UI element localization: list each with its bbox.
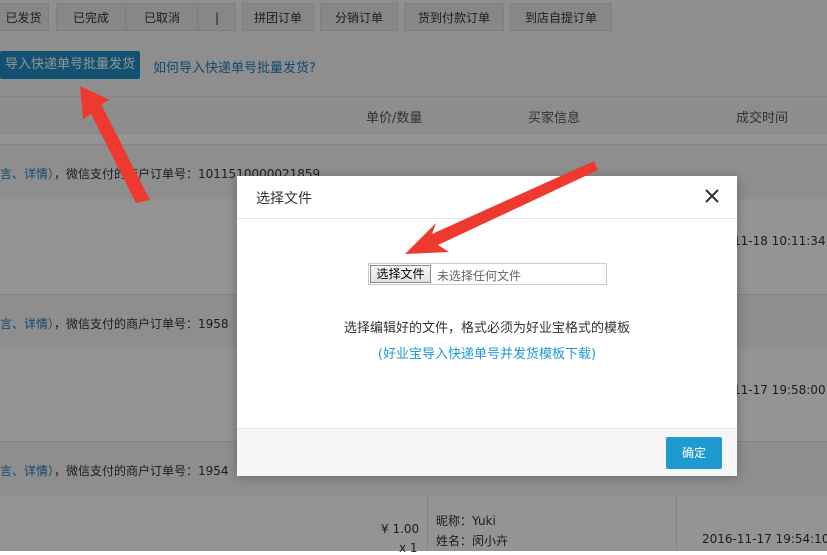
file-status-text: 未选择任何文件 [437,269,522,283]
close-icon[interactable] [703,187,721,205]
format-hint: 选择编辑好的文件，格式必须为好业宝格式的模板 [343,321,630,336]
template-download-link[interactable]: (好业宝导入快递单号并发货模板下载) [237,343,737,362]
confirm-button[interactable]: 确定 [666,437,722,469]
dialog-header: 选择文件 [237,176,737,219]
select-file-dialog: 选择文件 选择文件 未选择任何文件 选择编辑好的文件，格式必须为好业宝格式的模板… [237,176,737,476]
dialog-footer: 确定 [237,428,737,476]
file-input[interactable]: 选择文件 未选择任何文件 [368,263,607,285]
dialog-title: 选择文件 [256,191,312,207]
choose-file-button[interactable]: 选择文件 [370,265,431,283]
